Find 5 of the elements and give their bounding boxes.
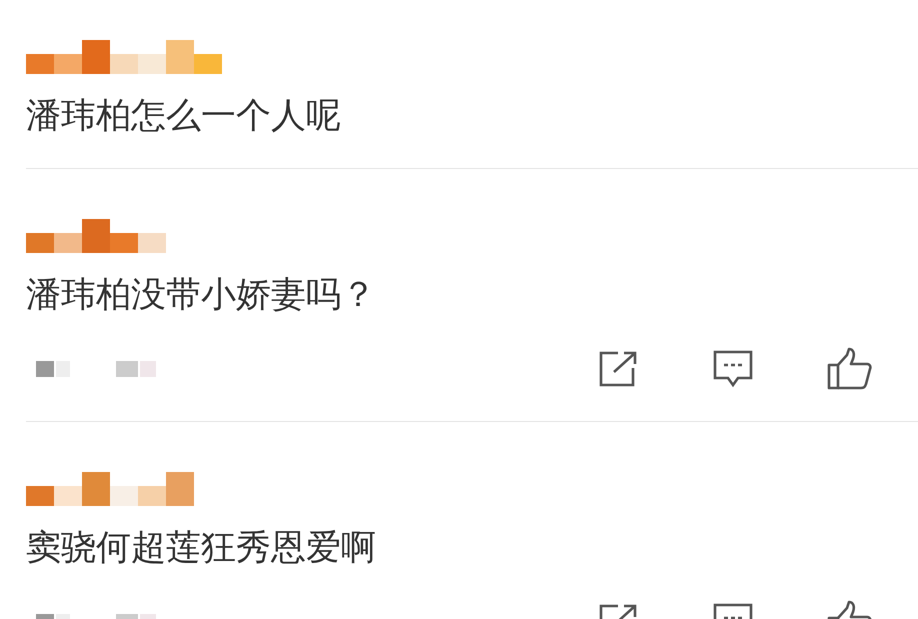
comment-text: 潘玮柏怎么一个人呢	[26, 95, 342, 138]
comment-text: 潘玮柏没带小娇妻吗？	[26, 274, 377, 317]
comment-icon[interactable]	[712, 349, 754, 389]
thumbs-up-icon[interactable]	[826, 347, 874, 391]
comment-text: 窦骁何超莲狂秀恩爱啊	[26, 527, 377, 570]
